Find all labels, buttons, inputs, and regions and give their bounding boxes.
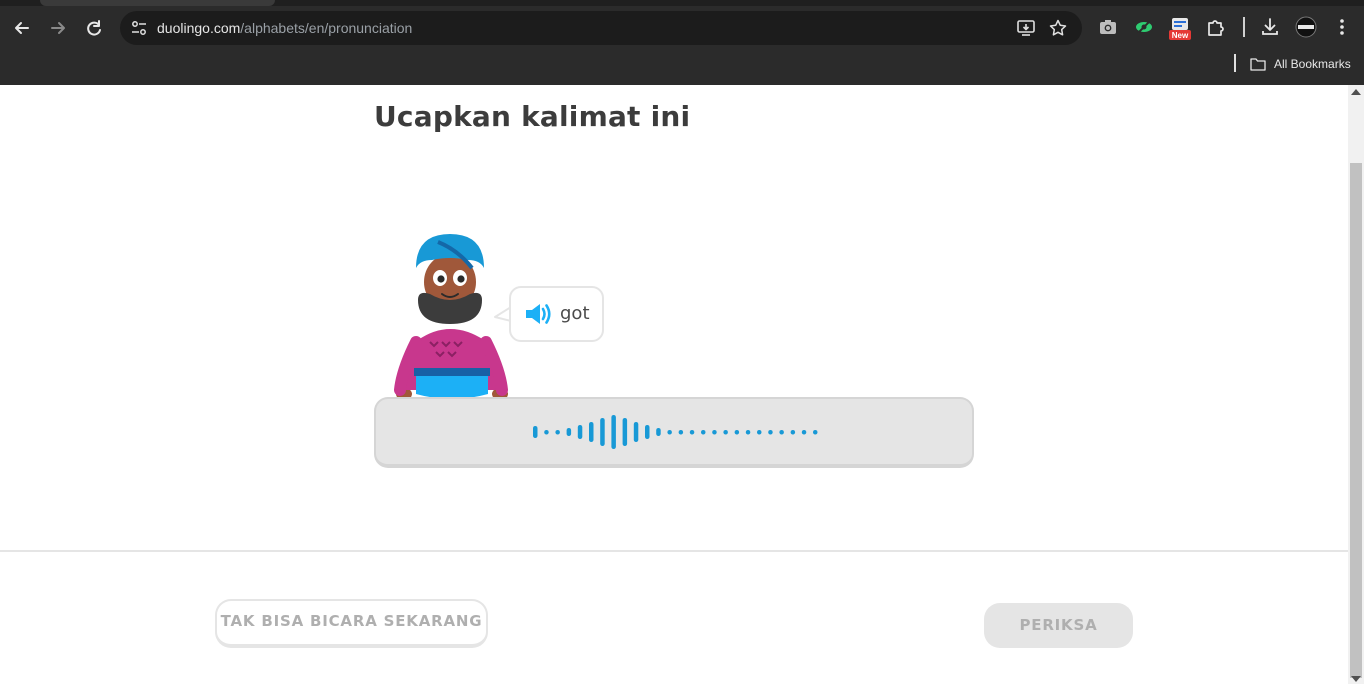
waveform-bar	[779, 430, 784, 435]
waveform-bar	[544, 430, 549, 435]
waveform-bar	[801, 430, 807, 435]
new-badge-text: New	[1172, 31, 1189, 40]
url-domain: duolingo.com	[157, 20, 241, 36]
waveform-bar	[689, 430, 695, 435]
bookmarks-separator	[1234, 54, 1236, 72]
install-icon[interactable]	[1016, 18, 1036, 38]
waveform-bar	[678, 430, 684, 435]
waveform-bar	[622, 418, 628, 446]
browser-toolbar: duolingo.com/alphabets/en/pronunciation …	[0, 0, 1364, 85]
eye-extension-icon[interactable]	[1133, 16, 1155, 38]
url-path: /alphabets/en/pronunciation	[240, 20, 413, 36]
star-icon[interactable]	[1048, 18, 1068, 38]
waveform-bar	[600, 418, 605, 446]
cant-speak-button[interactable]: TAK BISA BICARA SEKARANG	[215, 599, 488, 648]
waveform-bar	[633, 422, 639, 442]
folder-icon	[1250, 58, 1266, 71]
waveform-bar	[566, 428, 572, 436]
waveform-bar	[734, 430, 740, 435]
bookmarks-bar	[0, 48, 1364, 85]
waveform-bar	[723, 430, 728, 435]
waveform-bar	[701, 430, 706, 435]
scroll-down-arrow[interactable]	[1351, 676, 1361, 682]
waveform-bar	[745, 430, 751, 435]
new-extension-icon[interactable]: New	[1168, 16, 1194, 42]
puzzle-icon[interactable]	[1205, 16, 1227, 38]
waveform-bar	[790, 430, 796, 435]
bubble-word[interactable]: got	[560, 300, 590, 328]
waveform-bar	[656, 428, 661, 436]
site-info-icon[interactable]	[130, 19, 148, 37]
url-text[interactable]: duolingo.com/alphabets/en/pronunciation	[157, 11, 412, 45]
reload-icon[interactable]	[80, 14, 108, 42]
waveform-bar	[768, 430, 773, 435]
waveform-bar	[589, 422, 594, 442]
scroll-up-arrow[interactable]	[1351, 89, 1361, 95]
waveform-bar	[757, 430, 762, 435]
waveform-bar	[712, 430, 717, 435]
more-icon[interactable]	[1331, 16, 1353, 38]
speaker-icon[interactable]	[523, 300, 553, 328]
waveform-bar	[645, 425, 650, 439]
check-button[interactable]: PERIKSA	[984, 603, 1133, 648]
waveform-bar	[667, 430, 672, 435]
forward-icon[interactable]	[44, 14, 72, 42]
page-title: Ucapkan kalimat ini	[374, 100, 691, 133]
waveform-bar	[611, 415, 616, 449]
waveform-bar	[813, 430, 818, 435]
back-icon[interactable]	[8, 14, 36, 42]
address-bar[interactable]: duolingo.com/alphabets/en/pronunciation	[120, 11, 1082, 45]
waveform-bar	[555, 430, 560, 435]
footer-divider	[0, 550, 1348, 552]
all-bookmarks-button[interactable]: All Bookmarks	[1250, 54, 1351, 74]
waveform-bar	[533, 426, 538, 438]
waveform-icon	[533, 415, 818, 449]
toolbar-separator	[1243, 17, 1245, 37]
waveform-bar	[577, 425, 583, 439]
active-tab[interactable]	[40, 0, 275, 6]
all-bookmarks-label: All Bookmarks	[1274, 57, 1351, 71]
camera-icon[interactable]	[1097, 16, 1119, 38]
scrollbar-thumb[interactable]	[1350, 163, 1362, 678]
profile-avatar[interactable]	[1295, 16, 1317, 38]
download-icon[interactable]	[1259, 16, 1281, 38]
